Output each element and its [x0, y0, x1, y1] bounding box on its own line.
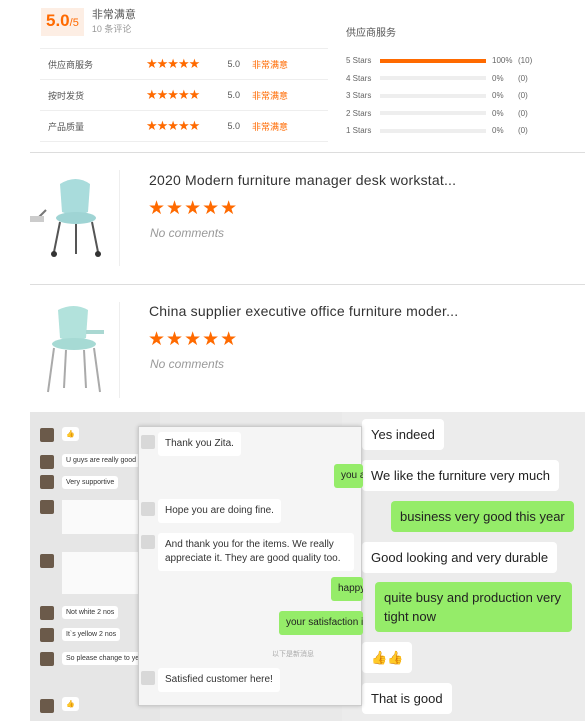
chat-screenshot-collage: 👍 U guys are really good Very supportive… [30, 412, 585, 721]
distribution-row: 3 Stars 0% (0) [346, 87, 536, 105]
distribution-count: (0) [518, 91, 528, 101]
chat-message-sent: your satisfaction is [279, 611, 363, 635]
new-messages-divider: 以下是新消息 [272, 651, 314, 658]
distribution-title: 供应商服务 [346, 28, 396, 39]
chat-middle-panel: Thank you Zita. you a Hope you are doing… [138, 426, 363, 706]
distribution-percent: 0% [492, 108, 504, 118]
star-level-label: 5 Stars [346, 56, 372, 66]
divider [30, 152, 585, 153]
divider [30, 284, 585, 285]
rating-label: 供应商服务 [48, 59, 94, 70]
rating-summary: 5.0/5 非常满意 10 条评论 [41, 8, 136, 36]
rating-row: 按时发货 ★★★★★ 5.0 非常满意 [40, 80, 328, 111]
avatar [40, 699, 54, 713]
star-rating-icon: ★★★★★ [146, 87, 200, 102]
rating-row: 供应商服务 ★★★★★ 5.0 非常满意 [40, 49, 328, 80]
chat-message: Thank you Zita. [158, 432, 241, 456]
rating-satisfaction: 非常满意 [252, 90, 289, 101]
chat-message: Hope you are doing fine. [158, 499, 281, 523]
distribution-bar [380, 93, 486, 98]
avatar [141, 435, 155, 449]
distribution-percent: 100% [492, 56, 513, 66]
chat-message: U guys are really good [62, 454, 141, 467]
no-comments: No comments [150, 357, 225, 371]
avatar [40, 554, 54, 568]
product-image[interactable] [30, 302, 120, 398]
chat-message: We like the furniture very much [362, 460, 559, 491]
rating-satisfaction: 非常满意 [252, 121, 289, 132]
star-level-label: 1 Stars [346, 126, 372, 136]
review-count: 10 条评论 [91, 24, 132, 34]
avatar [40, 475, 54, 489]
star-rating-icon: ★★★★★ [148, 198, 239, 219]
rating-value: 5.0 [227, 90, 240, 100]
avatar [40, 628, 54, 642]
avatar [141, 502, 155, 516]
rating-breakdown: 供应商服务 ★★★★★ 5.0 非常满意 按时发货 ★★★★★ 5.0 非常满意… [40, 48, 328, 142]
distribution-percent: 0% [492, 73, 504, 83]
chat-message: Satisfied customer here! [158, 668, 280, 692]
chat-message: So please change to ye [62, 652, 144, 665]
avatar [141, 671, 155, 685]
distribution-bar [380, 111, 486, 116]
chat-message: Yes indeed [362, 419, 444, 450]
distribution-row: 5 Stars 100% (10) [346, 52, 536, 70]
chat-message-sent: business very good this year [391, 501, 574, 532]
distribution-bar [380, 58, 486, 63]
avatar [141, 535, 155, 549]
distribution-percent: 0% [492, 126, 504, 136]
star-rating-icon: ★★★★★ [146, 56, 200, 71]
product-image[interactable] [30, 170, 120, 266]
star-level-label: 3 Stars [346, 91, 372, 101]
product-title[interactable]: China supplier executive office furnitur… [149, 303, 458, 319]
distribution-row: 2 Stars 0% (0) [346, 105, 536, 123]
avatar [40, 428, 54, 442]
distribution-row: 1 Stars 0% (0) [346, 122, 536, 140]
chat-message: Good looking and very durable [362, 542, 558, 573]
rating-label: 产品质量 [48, 121, 85, 132]
rating-value: 5.0 [227, 59, 240, 69]
distribution-bar [380, 128, 486, 133]
distribution-count: (10) [518, 56, 533, 66]
avatar [40, 500, 54, 514]
chat-message: Not white 2 nos [62, 606, 119, 619]
distribution-row: 4 Stars 0% (0) [346, 70, 536, 88]
distribution-count: (0) [518, 108, 528, 118]
chat-right-panel: Yes indeed We like the furniture very mu… [342, 412, 585, 721]
attachment-image [62, 500, 138, 534]
chat-message: 👍 [62, 697, 79, 711]
star-distribution: 5 Stars 100% (10) 4 Stars 0% (0) 3 Stars 0% (0) 2… [346, 52, 536, 140]
chat-message: And thank you for the items. We really a… [158, 533, 354, 571]
chat-message-sent: you a [334, 464, 363, 488]
rating-label: 按时发货 [48, 90, 85, 101]
distribution-percent: 0% [492, 91, 504, 101]
chat-message: It`s yellow 2 nos [62, 628, 121, 641]
rating-value: 5.0 [227, 121, 240, 131]
rating-satisfaction: 非常满意 [252, 59, 289, 70]
chat-message: 👍👍 [362, 642, 413, 673]
product-title[interactable]: 2020 Modern furniture manager desk works… [149, 172, 456, 188]
chat-message: That is good [362, 683, 452, 714]
chat-message: Very supportive [62, 476, 119, 489]
overall-score: 5.0/5 [41, 8, 84, 36]
distribution-count: (0) [518, 126, 528, 136]
attachment-image [62, 552, 138, 594]
star-rating-icon: ★★★★★ [146, 118, 200, 133]
star-rating-icon: ★★★★★ [148, 329, 239, 350]
star-level-label: 2 Stars [346, 108, 372, 118]
distribution-bar [380, 76, 486, 81]
rating-row: 产品质量 ★★★★★ 5.0 非常满意 [40, 111, 328, 142]
avatar [40, 606, 54, 620]
overall-label: 非常满意 [91, 9, 136, 21]
avatar [40, 455, 54, 469]
distribution-count: (0) [518, 73, 528, 83]
chat-message: 👍 [62, 427, 79, 441]
chat-message-sent: quite busy and production very tight now [375, 582, 572, 632]
star-level-label: 4 Stars [346, 73, 372, 83]
no-comments: No comments [150, 226, 225, 240]
distribution-bar-fill [380, 58, 486, 63]
chat-message-sent: happy [331, 577, 363, 601]
avatar [40, 652, 54, 666]
